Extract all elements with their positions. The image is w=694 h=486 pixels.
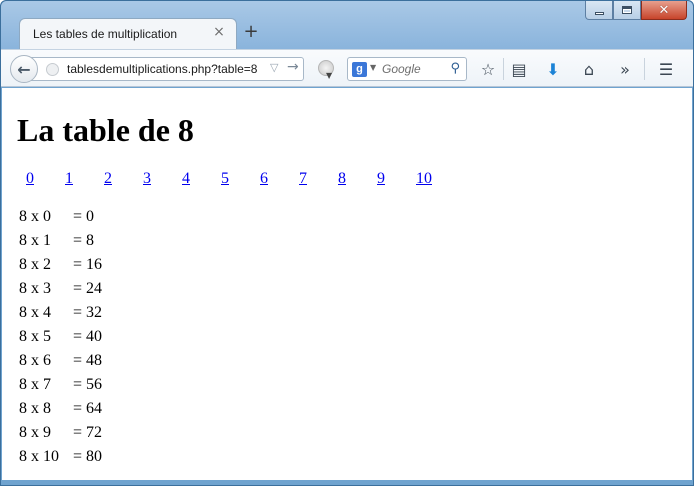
download-icon[interactable]: ⬇: [542, 58, 564, 80]
row-result: = 80: [73, 448, 103, 465]
overflow-chevron-icon[interactable]: »: [614, 58, 636, 80]
row-result: = 72: [73, 424, 103, 441]
row-expression: 8 x 7: [19, 376, 51, 393]
row-result: = 56: [73, 376, 103, 393]
table-link-9[interactable]: 9: [377, 170, 385, 188]
row-result: = 8: [73, 232, 95, 249]
new-tab-button[interactable]: +: [241, 22, 261, 42]
table-link-0[interactable]: 0: [26, 170, 34, 188]
title-bar: Les tables de multiplication × + ✕: [1, 1, 693, 49]
table-link-4[interactable]: 4: [182, 170, 190, 188]
table-link-1[interactable]: 1: [65, 170, 73, 188]
row-expression: 8 x 8: [19, 400, 51, 417]
row-result: = 32: [73, 304, 103, 321]
back-button[interactable]: ←: [10, 55, 38, 83]
row-result: = 48: [73, 352, 103, 369]
close-icon: ✕: [658, 2, 670, 18]
row-result: = 16: [73, 256, 103, 273]
search-engine-icon[interactable]: g: [352, 62, 367, 77]
table-link-8[interactable]: 8: [338, 170, 346, 188]
row-expression: 8 x 10: [19, 448, 59, 465]
reload-dropdown-icon[interactable]: ▼: [326, 71, 332, 80]
window-bottom-border: [1, 480, 693, 485]
row-expression: 8 x 0: [19, 208, 51, 225]
row-expression: 8 x 5: [19, 328, 51, 345]
url-bar[interactable]: tablesdemultiplications.php?table=8 ▽ →: [31, 57, 304, 81]
page-content: La table de 8 0 1 2 3 4 5 6 7 8 9 10 8 x…: [2, 88, 692, 480]
search-engine-dropdown-icon[interactable]: ▼: [370, 63, 376, 72]
history-dropdown-icon[interactable]: ▽: [270, 61, 278, 74]
row-result: = 0: [73, 208, 95, 225]
row-result: = 64: [73, 400, 103, 417]
minimize-icon: [594, 11, 604, 15]
table-link-10[interactable]: 10: [416, 170, 432, 188]
bookmark-star-icon[interactable]: ☆: [477, 58, 499, 80]
close-window-button[interactable]: ✕: [641, 1, 687, 20]
menu-icon[interactable]: ☰: [655, 58, 677, 80]
maximize-button[interactable]: [613, 1, 641, 20]
table-link-2[interactable]: 2: [104, 170, 112, 188]
row-expression: 8 x 3: [19, 280, 51, 297]
page-title: La table de 8: [17, 112, 194, 148]
url-text[interactable]: tablesdemultiplications.php?table=8: [67, 62, 257, 76]
row-expression: 8 x 2: [19, 256, 51, 273]
toolbar-separator: [644, 58, 645, 80]
close-tab-icon[interactable]: ×: [212, 25, 226, 39]
table-link-5[interactable]: 5: [221, 170, 229, 188]
reading-list-icon[interactable]: ▤: [508, 58, 530, 80]
toolbar-separator: [503, 58, 504, 80]
table-link-6[interactable]: 6: [260, 170, 268, 188]
tab-active[interactable]: Les tables de multiplication ×: [19, 18, 237, 49]
row-expression: 8 x 9: [19, 424, 51, 441]
row-expression: 8 x 6: [19, 352, 51, 369]
browser-window: Les tables de multiplication × + ✕ table…: [0, 0, 694, 486]
search-icon[interactable]: ⚲: [450, 61, 460, 76]
minimize-button[interactable]: [585, 1, 613, 20]
site-identity-icon[interactable]: [46, 63, 59, 76]
table-link-7[interactable]: 7: [299, 170, 307, 188]
search-input[interactable]: [382, 61, 446, 77]
row-expression: 8 x 1: [19, 232, 51, 249]
maximize-icon: [622, 6, 632, 14]
row-result: = 40: [73, 328, 103, 345]
home-icon[interactable]: ⌂: [578, 58, 600, 80]
navigation-toolbar: tablesdemultiplications.php?table=8 ▽ → …: [1, 49, 693, 87]
search-bar[interactable]: g ▼ ⚲: [347, 57, 467, 81]
go-arrow-icon[interactable]: →: [287, 59, 299, 75]
row-expression: 8 x 4: [19, 304, 51, 321]
tab-title: Les tables de multiplication: [33, 27, 178, 41]
back-arrow-icon: ←: [17, 59, 31, 79]
row-result: = 24: [73, 280, 103, 297]
window-controls: ✕: [585, 1, 687, 21]
table-link-3[interactable]: 3: [143, 170, 151, 188]
